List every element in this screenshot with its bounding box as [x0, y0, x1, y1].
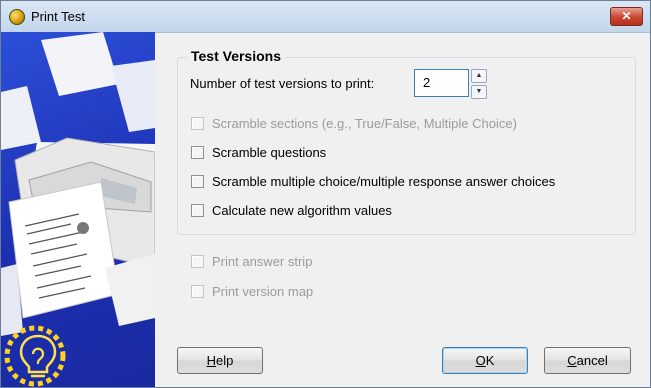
scramble-sections-option: Scramble sections (e.g., True/False, Mul… [191, 116, 517, 131]
scramble-questions-checkbox[interactable] [191, 146, 204, 159]
group-title-test-versions: Test Versions [187, 48, 286, 64]
calculate-algorithm-values-checkbox[interactable] [191, 204, 204, 217]
window-title: Print Test [31, 9, 85, 24]
scramble-questions-label[interactable]: Scramble questions [212, 145, 326, 160]
print-test-dialog: Print Test ✕ Test Versions Number of tes… [0, 0, 651, 388]
spin-down-icon[interactable]: ▼ [471, 85, 487, 99]
num-versions-input[interactable]: 2 [414, 69, 469, 97]
close-icon: ✕ [621, 9, 632, 23]
scramble-answer-choices-label[interactable]: Scramble multiple choice/multiple respon… [212, 174, 555, 189]
print-answer-strip-label: Print answer strip [212, 254, 313, 269]
close-button[interactable]: ✕ [610, 7, 643, 26]
spin-up-icon[interactable]: ▲ [471, 69, 487, 83]
scramble-answer-choices-checkbox[interactable] [191, 175, 204, 188]
num-versions-spinner[interactable]: ▲ ▼ [471, 69, 487, 99]
print-answer-strip-option: Print answer strip [191, 254, 312, 269]
scramble-sections-checkbox [191, 117, 204, 130]
scramble-sections-label: Scramble sections (e.g., True/False, Mul… [212, 116, 517, 131]
ok-button[interactable]: OK [442, 347, 528, 374]
scramble-questions-option[interactable]: Scramble questions [191, 145, 326, 160]
cancel-mnemonic: C [567, 353, 577, 368]
title-bar: Print Test ✕ [1, 1, 650, 33]
num-versions-label: Number of test versions to print: [190, 76, 375, 91]
print-version-map-option: Print version map [191, 284, 313, 299]
print-version-map-checkbox [191, 285, 204, 298]
cancel-button[interactable]: Cancel [544, 347, 631, 374]
side-illustration [1, 32, 155, 387]
calculate-algorithm-values-option[interactable]: Calculate new algorithm values [191, 203, 392, 218]
print-version-map-label: Print version map [212, 284, 314, 299]
calculate-algorithm-values-label[interactable]: Calculate new algorithm values [212, 203, 392, 218]
ok-label-rest: K [485, 353, 495, 368]
ok-mnemonic: O [475, 353, 486, 368]
help-mnemonic: H [206, 353, 217, 368]
cancel-label-rest: ancel [576, 353, 608, 368]
help-label-rest: elp [216, 353, 234, 368]
print-answer-strip-checkbox [191, 255, 204, 268]
help-button[interactable]: Help [177, 347, 263, 374]
scramble-answer-choices-option[interactable]: Scramble multiple choice/multiple respon… [191, 174, 555, 189]
lightbulb-icon [19, 334, 57, 378]
app-icon [9, 9, 25, 25]
